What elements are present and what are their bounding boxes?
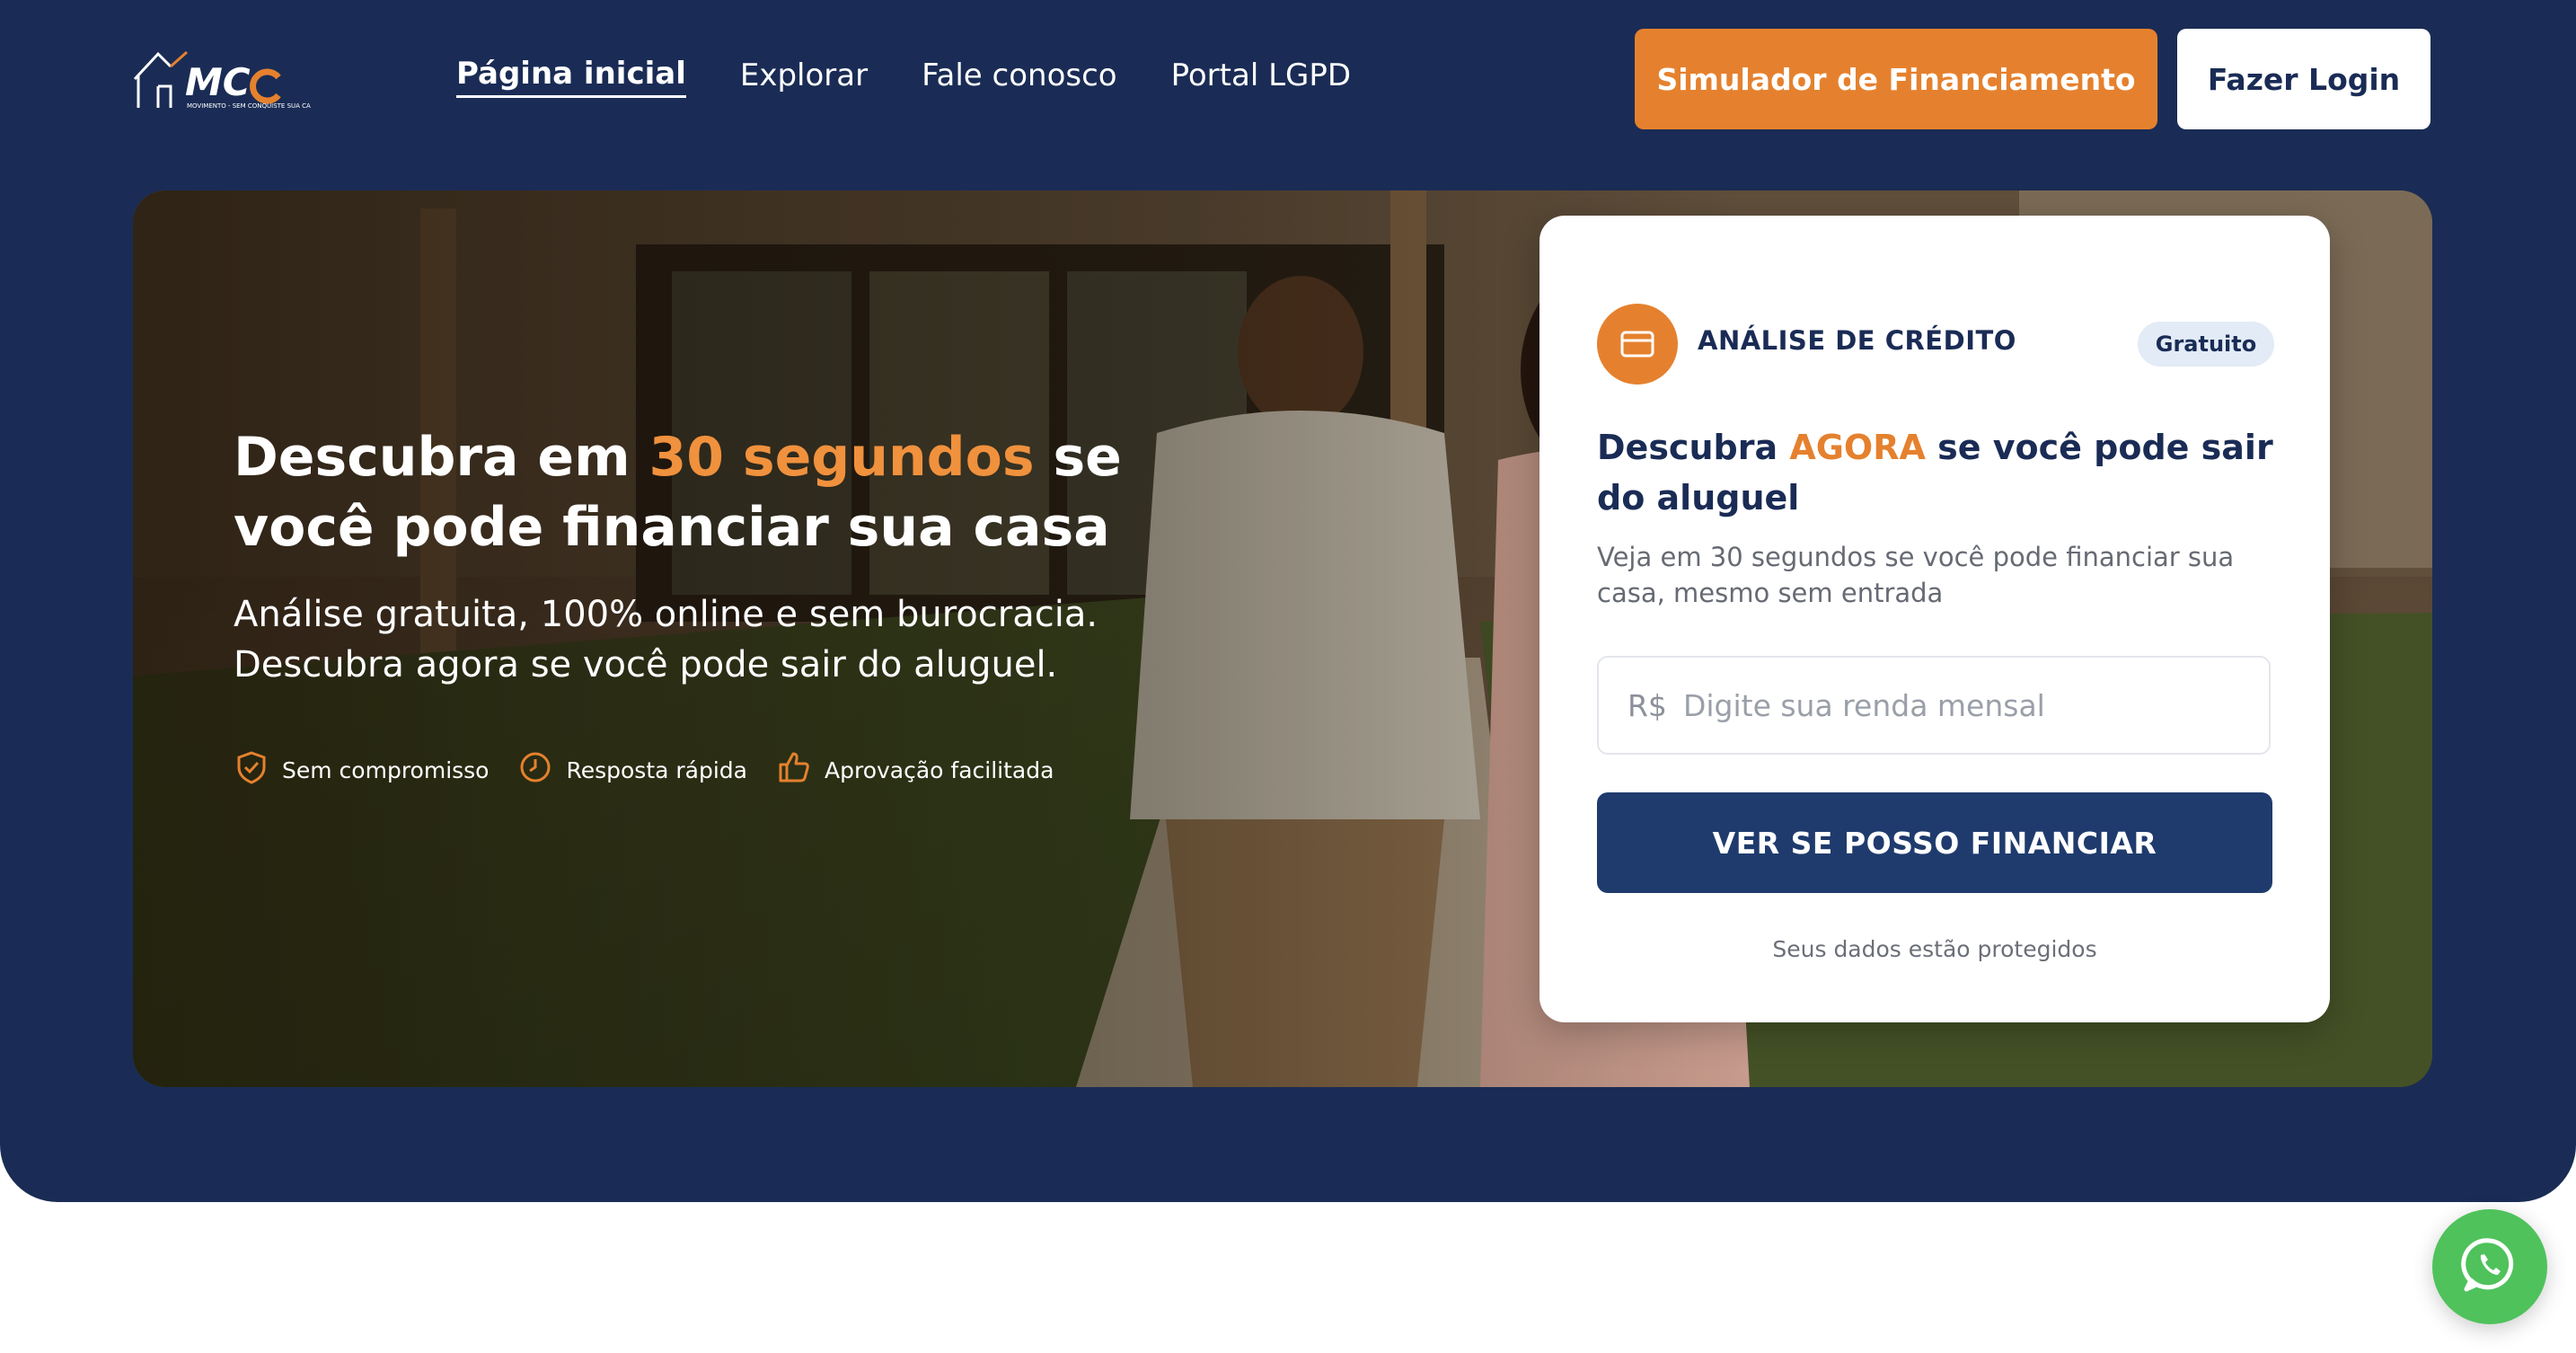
card-title: Descubra AGORA se você pode sair do alug… (1597, 428, 2273, 517)
whatsapp-button[interactable] (2432, 1209, 2547, 1324)
nav-home[interactable]: Página inicial (456, 56, 686, 98)
nav-contact[interactable]: Fale conosco (922, 57, 1117, 97)
badge-quick-response: Resposta rápida (517, 749, 747, 791)
logo-tagline: MOVIMENTO - SEM CONQUISTE SUA CASA (187, 102, 311, 110)
badge-easy-approval: Aprovação facilitada (776, 749, 1054, 791)
shield-check-icon (234, 749, 269, 791)
currency-prefix: R$ (1628, 687, 1667, 723)
credit-card-icon (1597, 304, 1678, 385)
hero-title-highlight: 30 segundos (648, 426, 1035, 489)
badge-label: Resposta rápida (566, 756, 747, 783)
svg-text:MC: MC (185, 60, 251, 104)
hero-title: Descubra em 30 segundos se você pode fin… (234, 426, 1122, 559)
thumbs-up-icon (776, 749, 812, 791)
hero-subtitle: Análise gratuita, 100% online e sem buro… (234, 594, 1098, 685)
whatsapp-icon (2458, 1234, 2521, 1300)
card-heading: ANÁLISE DE CRÉDITO (1698, 325, 2016, 356)
hero-badges: Sem compromisso Resposta rápida Aprovaçã… (234, 749, 1054, 791)
free-tag: Gratuito (2138, 322, 2274, 367)
badge-label: Aprovação facilitada (825, 756, 1054, 783)
card-description: Veja em 30 segundos se você pode financi… (1597, 542, 2235, 608)
check-financing-button[interactable]: VER SE POSSO FINANCIAR (1597, 792, 2272, 893)
credit-analysis-card: ANÁLISE DE CRÉDITO Gratuito Descubra AGO… (1539, 216, 2330, 1022)
income-input[interactable] (1681, 686, 2269, 724)
nav-explore[interactable]: Explorar (740, 57, 868, 97)
card-title-highlight: AGORA (1789, 428, 1926, 467)
clock-icon (517, 749, 553, 791)
site-logo[interactable]: MC MOVIMENTO - SEM CONQUISTE SUA CASA (131, 45, 319, 111)
badge-no-commitment: Sem compromisso (234, 749, 489, 791)
badge-label: Sem compromisso (282, 756, 490, 783)
main-nav: Página inicial Explorar Fale conosco Por… (456, 56, 1351, 98)
nav-lgpd-portal[interactable]: Portal LGPD (1171, 57, 1351, 97)
privacy-note: Seus dados estão protegidos (1772, 936, 2097, 962)
income-field[interactable]: R$ (1597, 656, 2271, 755)
simulator-button[interactable]: Simulador de Financiamento (1635, 29, 2157, 129)
login-button[interactable]: Fazer Login (2177, 29, 2430, 129)
